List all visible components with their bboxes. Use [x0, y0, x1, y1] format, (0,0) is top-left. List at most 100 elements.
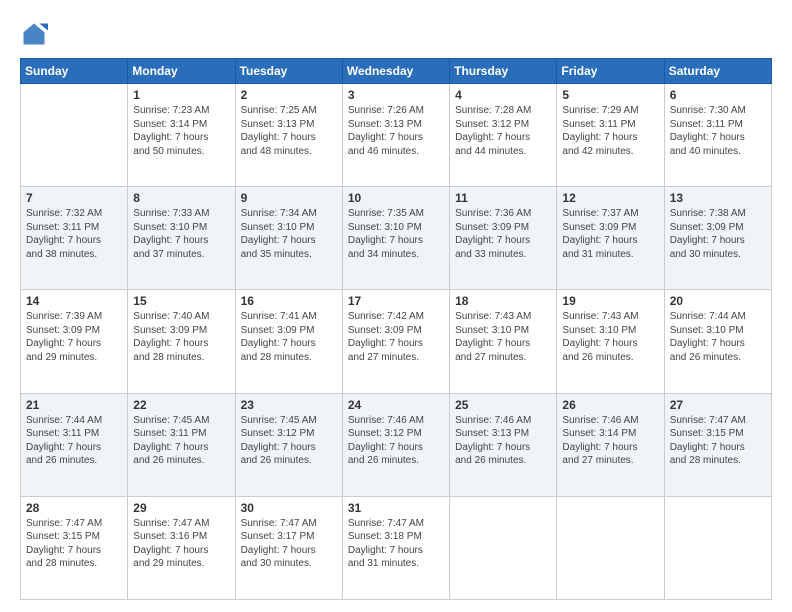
cell-info: Sunrise: 7:47 AM Sunset: 3:16 PM Dayligh… — [133, 517, 229, 571]
calendar-cell: 27 Sunrise: 7:47 AM Sunset: 3:15 PM Dayli… — [664, 393, 771, 496]
calendar-cell: 11 Sunrise: 7:36 AM Sunset: 3:09 PM Dayli… — [450, 187, 557, 290]
cell-info: Sunrise: 7:36 AM Sunset: 3:09 PM Dayligh… — [455, 207, 551, 261]
day-number: 16 — [241, 294, 337, 308]
calendar-cell: 17 Sunrise: 7:42 AM Sunset: 3:09 PM Dayli… — [342, 290, 449, 393]
cell-info: Sunrise: 7:46 AM Sunset: 3:14 PM Dayligh… — [562, 414, 658, 468]
header-row: SundayMondayTuesdayWednesdayThursdayFrid… — [21, 59, 772, 84]
calendar-cell: 14 Sunrise: 7:39 AM Sunset: 3:09 PM Dayli… — [21, 290, 128, 393]
cell-info: Sunrise: 7:45 AM Sunset: 3:11 PM Dayligh… — [133, 414, 229, 468]
cell-info: Sunrise: 7:47 AM Sunset: 3:17 PM Dayligh… — [241, 517, 337, 571]
day-number: 27 — [670, 398, 766, 412]
cell-info: Sunrise: 7:44 AM Sunset: 3:11 PM Dayligh… — [26, 414, 122, 468]
calendar-cell: 26Sunrise: 7:46 AM Sunset: 3:14 PM Dayli… — [557, 393, 664, 496]
calendar-cell: 23Sunrise: 7:45 AM Sunset: 3:12 PM Dayli… — [235, 393, 342, 496]
day-number: 4 — [455, 88, 551, 102]
calendar-cell: 19 Sunrise: 7:43 AM Sunset: 3:10 PM Dayli… — [557, 290, 664, 393]
calendar-cell: 31 Sunrise: 7:47 AM Sunset: 3:18 PM Dayli… — [342, 496, 449, 599]
cell-info: Sunrise: 7:47 AM Sunset: 3:15 PM Dayligh… — [670, 414, 766, 468]
day-number: 30 — [241, 501, 337, 515]
cell-info: Sunrise: 7:43 AM Sunset: 3:10 PM Dayligh… — [562, 310, 658, 364]
cell-info: Sunrise: 7:29 AM Sunset: 3:11 PM Dayligh… — [562, 104, 658, 158]
calendar-cell: 7Sunrise: 7:32 AM Sunset: 3:11 PM Daylig… — [21, 187, 128, 290]
cell-info: Sunrise: 7:39 AM Sunset: 3:09 PM Dayligh… — [26, 310, 122, 364]
day-number: 12 — [562, 191, 658, 205]
day-number: 22 — [133, 398, 229, 412]
calendar-cell: 8Sunrise: 7:33 AM Sunset: 3:10 PM Daylig… — [128, 187, 235, 290]
day-number: 3 — [348, 88, 444, 102]
cell-info: Sunrise: 7:44 AM Sunset: 3:10 PM Dayligh… — [670, 310, 766, 364]
calendar-cell: 6 Sunrise: 7:30 AM Sunset: 3:11 PM Daylig… — [664, 84, 771, 187]
calendar-cell: 2 Sunrise: 7:25 AM Sunset: 3:13 PM Daylig… — [235, 84, 342, 187]
cell-info: Sunrise: 7:46 AM Sunset: 3:12 PM Dayligh… — [348, 414, 444, 468]
calendar-cell: 13Sunrise: 7:38 AM Sunset: 3:09 PM Dayli… — [664, 187, 771, 290]
calendar-table: SundayMondayTuesdayWednesdayThursdayFrid… — [20, 58, 772, 600]
day-number: 13 — [670, 191, 766, 205]
day-number: 19 — [562, 294, 658, 308]
calendar-cell: 5 Sunrise: 7:29 AM Sunset: 3:11 PM Daylig… — [557, 84, 664, 187]
header-day-saturday: Saturday — [664, 59, 771, 84]
day-number: 11 — [455, 191, 551, 205]
day-number: 14 — [26, 294, 122, 308]
cell-info: Sunrise: 7:37 AM Sunset: 3:09 PM Dayligh… — [562, 207, 658, 261]
day-number: 10 — [348, 191, 444, 205]
cell-info: Sunrise: 7:43 AM Sunset: 3:10 PM Dayligh… — [455, 310, 551, 364]
day-number: 5 — [562, 88, 658, 102]
cell-info: Sunrise: 7:47 AM Sunset: 3:18 PM Dayligh… — [348, 517, 444, 571]
cell-info: Sunrise: 7:34 AM Sunset: 3:10 PM Dayligh… — [241, 207, 337, 261]
calendar-cell: 1Sunrise: 7:23 AM Sunset: 3:14 PM Daylig… — [128, 84, 235, 187]
calendar-cell: 12 Sunrise: 7:37 AM Sunset: 3:09 PM Dayli… — [557, 187, 664, 290]
calendar-cell — [557, 496, 664, 599]
header-day-sunday: Sunday — [21, 59, 128, 84]
cell-info: Sunrise: 7:26 AM Sunset: 3:13 PM Dayligh… — [348, 104, 444, 158]
cell-info: Sunrise: 7:42 AM Sunset: 3:09 PM Dayligh… — [348, 310, 444, 364]
calendar-cell: 25Sunrise: 7:46 AM Sunset: 3:13 PM Dayli… — [450, 393, 557, 496]
week-row-4: 21 Sunrise: 7:44 AM Sunset: 3:11 PM Dayli… — [21, 393, 772, 496]
cell-info: Sunrise: 7:32 AM Sunset: 3:11 PM Dayligh… — [26, 207, 122, 261]
header-day-tuesday: Tuesday — [235, 59, 342, 84]
header-day-monday: Monday — [128, 59, 235, 84]
day-number: 6 — [670, 88, 766, 102]
calendar-cell: 9 Sunrise: 7:34 AM Sunset: 3:10 PM Daylig… — [235, 187, 342, 290]
week-row-3: 14 Sunrise: 7:39 AM Sunset: 3:09 PM Dayli… — [21, 290, 772, 393]
day-number: 9 — [241, 191, 337, 205]
calendar-cell: 15Sunrise: 7:40 AM Sunset: 3:09 PM Dayli… — [128, 290, 235, 393]
day-number: 2 — [241, 88, 337, 102]
day-number: 18 — [455, 294, 551, 308]
calendar-cell: 4 Sunrise: 7:28 AM Sunset: 3:12 PM Daylig… — [450, 84, 557, 187]
day-number: 29 — [133, 501, 229, 515]
page: SundayMondayTuesdayWednesdayThursdayFrid… — [0, 0, 792, 612]
calendar-cell: 3 Sunrise: 7:26 AM Sunset: 3:13 PM Daylig… — [342, 84, 449, 187]
calendar-cell — [664, 496, 771, 599]
cell-info: Sunrise: 7:41 AM Sunset: 3:09 PM Dayligh… — [241, 310, 337, 364]
day-number: 15 — [133, 294, 229, 308]
calendar-cell: 22 Sunrise: 7:45 AM Sunset: 3:11 PM Dayli… — [128, 393, 235, 496]
cell-info: Sunrise: 7:28 AM Sunset: 3:12 PM Dayligh… — [455, 104, 551, 158]
week-row-1: 1Sunrise: 7:23 AM Sunset: 3:14 PM Daylig… — [21, 84, 772, 187]
calendar-header: SundayMondayTuesdayWednesdayThursdayFrid… — [21, 59, 772, 84]
cell-info: Sunrise: 7:35 AM Sunset: 3:10 PM Dayligh… — [348, 207, 444, 261]
day-number: 24 — [348, 398, 444, 412]
calendar-body: 1Sunrise: 7:23 AM Sunset: 3:14 PM Daylig… — [21, 84, 772, 600]
logo-icon — [20, 20, 48, 48]
calendar-cell: 18 Sunrise: 7:43 AM Sunset: 3:10 PM Dayli… — [450, 290, 557, 393]
calendar-cell: 21 Sunrise: 7:44 AM Sunset: 3:11 PM Dayli… — [21, 393, 128, 496]
day-number: 25 — [455, 398, 551, 412]
day-number: 21 — [26, 398, 122, 412]
day-number: 31 — [348, 501, 444, 515]
cell-info: Sunrise: 7:30 AM Sunset: 3:11 PM Dayligh… — [670, 104, 766, 158]
calendar-cell: 30 Sunrise: 7:47 AM Sunset: 3:17 PM Dayli… — [235, 496, 342, 599]
calendar-cell: 29 Sunrise: 7:47 AM Sunset: 3:16 PM Dayli… — [128, 496, 235, 599]
calendar-cell — [450, 496, 557, 599]
header-day-thursday: Thursday — [450, 59, 557, 84]
logo — [20, 20, 52, 48]
calendar-cell: 20 Sunrise: 7:44 AM Sunset: 3:10 PM Dayli… — [664, 290, 771, 393]
week-row-2: 7Sunrise: 7:32 AM Sunset: 3:11 PM Daylig… — [21, 187, 772, 290]
day-number: 17 — [348, 294, 444, 308]
day-number: 20 — [670, 294, 766, 308]
calendar-cell: 10 Sunrise: 7:35 AM Sunset: 3:10 PM Dayli… — [342, 187, 449, 290]
header-day-wednesday: Wednesday — [342, 59, 449, 84]
calendar-cell — [21, 84, 128, 187]
day-number: 23 — [241, 398, 337, 412]
calendar-cell: 16 Sunrise: 7:41 AM Sunset: 3:09 PM Dayli… — [235, 290, 342, 393]
cell-info: Sunrise: 7:25 AM Sunset: 3:13 PM Dayligh… — [241, 104, 337, 158]
